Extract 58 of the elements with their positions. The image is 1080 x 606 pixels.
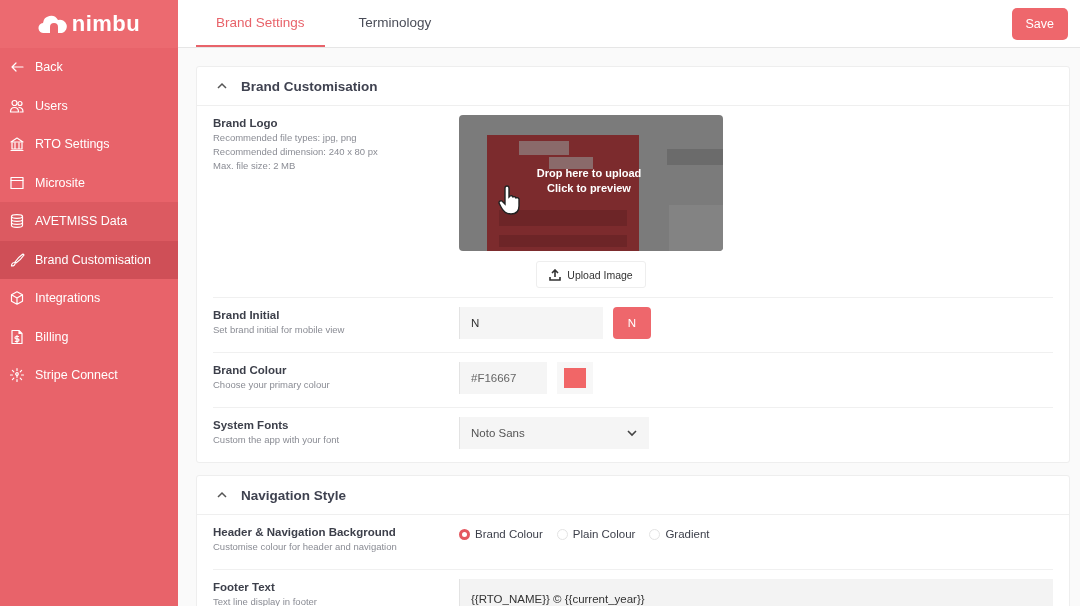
sidebar-item[interactable]: Back	[0, 48, 178, 87]
database-icon	[9, 213, 25, 230]
invoice-icon	[9, 328, 25, 345]
window-icon	[9, 174, 25, 191]
footer-text-input[interactable]: {{RTO_NAME}} © {{current_year}}	[459, 579, 1053, 606]
font-select[interactable]: Noto Sans	[459, 417, 649, 449]
radio-label: Gradient	[665, 528, 710, 540]
connect-icon	[9, 367, 25, 384]
sidebar-item[interactable]: Integrations	[0, 279, 178, 318]
colour-swatch[interactable]	[564, 368, 586, 388]
initial-preview: N	[613, 307, 651, 339]
hand-cursor-icon	[497, 185, 523, 215]
tab[interactable]: Brand Settings	[196, 0, 325, 47]
field-hint: Choose your primary colour	[213, 379, 331, 390]
radio-option[interactable]: Plain Colour	[556, 528, 636, 540]
sidebar-item[interactable]: Brand Customisation	[0, 240, 178, 279]
field-hint: Custom the app with your font	[213, 434, 341, 445]
drop-hint: Drop here to upload	[536, 167, 642, 179]
cloud-icon	[37, 14, 68, 34]
field-label: Brand Colour	[213, 364, 288, 376]
radio-label: Plain Colour	[572, 528, 636, 540]
section-title: Brand Customisation	[241, 78, 378, 94]
logo-drop-zone[interactable]: Drop here to upload Click to preview	[459, 115, 723, 251]
initial-input[interactable]: N	[459, 307, 603, 339]
field-label: Header & Navigation Background	[213, 526, 397, 538]
chevron-down-icon	[626, 427, 638, 439]
field-hint: Recommended file types: jpg, png	[213, 132, 358, 143]
field-hint: Customise colour for header and navigation	[213, 541, 398, 552]
bank-icon	[9, 136, 25, 153]
brand-name: nimbu	[71, 11, 141, 37]
field-label: Brand Logo	[213, 117, 279, 129]
radio-label: Brand Colour	[475, 528, 543, 540]
field-hint: Max. file size: 2 MB	[213, 160, 297, 171]
sidebar-item[interactable]: Users	[0, 86, 178, 125]
upload-image-button[interactable]: Upload Image	[536, 261, 646, 288]
colour-input[interactable]: #F16667	[459, 362, 547, 394]
radio-option[interactable]: Brand Colour	[459, 528, 543, 540]
drop-hint: Click to preview	[547, 182, 631, 194]
sidebar-item[interactable]: AVETMISS Data	[0, 202, 178, 241]
chevron-up-icon[interactable]	[217, 81, 227, 91]
upload-icon	[549, 268, 562, 281]
field-hint: Recommended dimension: 240 x 80 px	[213, 146, 379, 157]
field-label: Footer Text	[213, 581, 276, 593]
field-label: Brand Initial	[213, 309, 281, 321]
sidebar-item[interactable]: Billing	[0, 317, 178, 356]
sidebar-item[interactable]: RTO Settings	[0, 125, 178, 164]
save-button[interactable]: Save	[1011, 7, 1068, 40]
field-label: System Fonts	[213, 419, 290, 431]
chevron-up-icon[interactable]	[217, 490, 227, 500]
brush-icon	[9, 251, 25, 268]
tab[interactable]: Terminology	[338, 0, 452, 47]
sidebar-item[interactable]: Stripe Connect	[0, 356, 178, 395]
users-icon	[9, 97, 25, 114]
sidebar-item[interactable]: Microsite	[0, 163, 178, 202]
field-hint: Set brand initial for mobile view	[213, 324, 346, 335]
radio-option[interactable]: Gradient	[649, 528, 710, 540]
section-title: Navigation Style	[241, 487, 347, 503]
cube-icon	[9, 290, 25, 307]
